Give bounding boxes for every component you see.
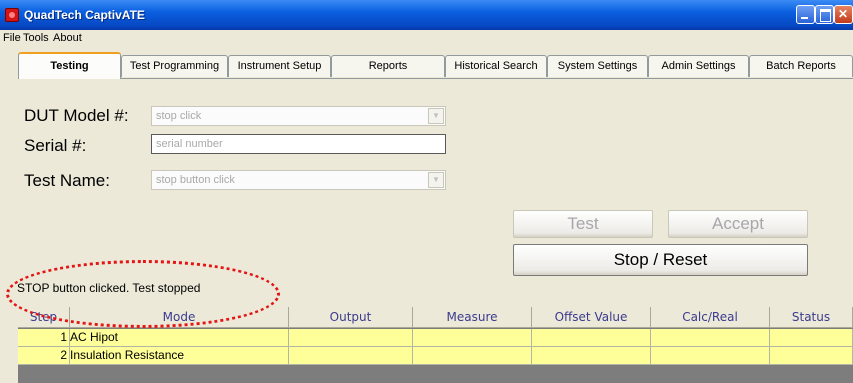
col-status[interactable]: Status xyxy=(770,307,853,328)
tab-admin-settings[interactable]: Admin Settings xyxy=(648,55,749,77)
test-button[interactable]: Test xyxy=(513,210,653,238)
tab-reports[interactable]: Reports xyxy=(331,55,445,77)
cell-calc xyxy=(651,347,770,364)
dut-model-value: stop click xyxy=(156,110,202,122)
minimize-button[interactable] xyxy=(796,5,815,24)
test-name-select[interactable]: stop button click ▼ xyxy=(151,170,446,190)
window-title: QuadTech CaptivATE xyxy=(24,8,145,22)
serial-placeholder: serial number xyxy=(156,138,223,150)
cell-mode: AC Hipot xyxy=(70,329,289,346)
cell-step: 1 xyxy=(18,329,70,346)
cell-status xyxy=(770,347,853,364)
menu-file[interactable]: File xyxy=(3,32,21,44)
test-name-label: Test Name: xyxy=(24,171,110,190)
cell-mode: Insulation Resistance xyxy=(70,347,289,364)
menu-tools[interactable]: Tools xyxy=(23,32,49,44)
serial-label: Serial #: xyxy=(24,136,87,155)
cell-measure xyxy=(413,329,532,346)
cell-step: 2 xyxy=(18,347,70,364)
tab-historical-search[interactable]: Historical Search xyxy=(445,55,547,77)
tab-system-settings[interactable]: System Settings xyxy=(547,55,648,77)
table-row[interactable]: 2 Insulation Resistance xyxy=(18,347,853,365)
maximize-button[interactable] xyxy=(815,5,834,24)
cell-offset xyxy=(532,347,651,364)
tab-testing[interactable]: Testing xyxy=(18,52,121,79)
cell-measure xyxy=(413,347,532,364)
table-row[interactable]: 1 AC Hipot xyxy=(18,329,853,347)
accept-button[interactable]: Accept xyxy=(668,210,808,238)
tab-test-programming[interactable]: Test Programming xyxy=(121,55,228,77)
cell-output xyxy=(289,329,413,346)
dut-model-select[interactable]: stop click ▼ xyxy=(151,106,446,126)
tab-instrument-setup[interactable]: Instrument Setup xyxy=(228,55,331,77)
stop-reset-button[interactable]: Stop / Reset xyxy=(513,244,808,276)
title-bar: QuadTech CaptivATE xyxy=(0,0,853,30)
serial-input[interactable]: serial number xyxy=(151,134,446,154)
col-offset-value[interactable]: Offset Value xyxy=(532,307,651,328)
cell-offset xyxy=(532,329,651,346)
cell-output xyxy=(289,347,413,364)
test-name-value: stop button click xyxy=(156,174,235,186)
annotation-ellipse xyxy=(6,260,280,328)
tab-strip: Testing Test Programming Instrument Setu… xyxy=(0,49,853,89)
app-icon xyxy=(5,8,19,22)
dut-model-label: DUT Model #: xyxy=(24,106,129,125)
col-calc-real[interactable]: Calc/Real xyxy=(651,307,770,328)
tab-divider xyxy=(18,78,853,79)
col-output[interactable]: Output xyxy=(289,307,413,328)
col-measure[interactable]: Measure xyxy=(413,307,532,328)
tab-batch-reports[interactable]: Batch Reports xyxy=(749,55,853,77)
menu-bar: File Tools About xyxy=(0,30,853,46)
chevron-down-icon[interactable]: ▼ xyxy=(428,108,444,124)
close-button[interactable] xyxy=(834,5,853,24)
chevron-down-icon[interactable]: ▼ xyxy=(428,172,444,188)
menu-about[interactable]: About xyxy=(53,32,82,44)
cell-status xyxy=(770,329,853,346)
cell-calc xyxy=(651,329,770,346)
